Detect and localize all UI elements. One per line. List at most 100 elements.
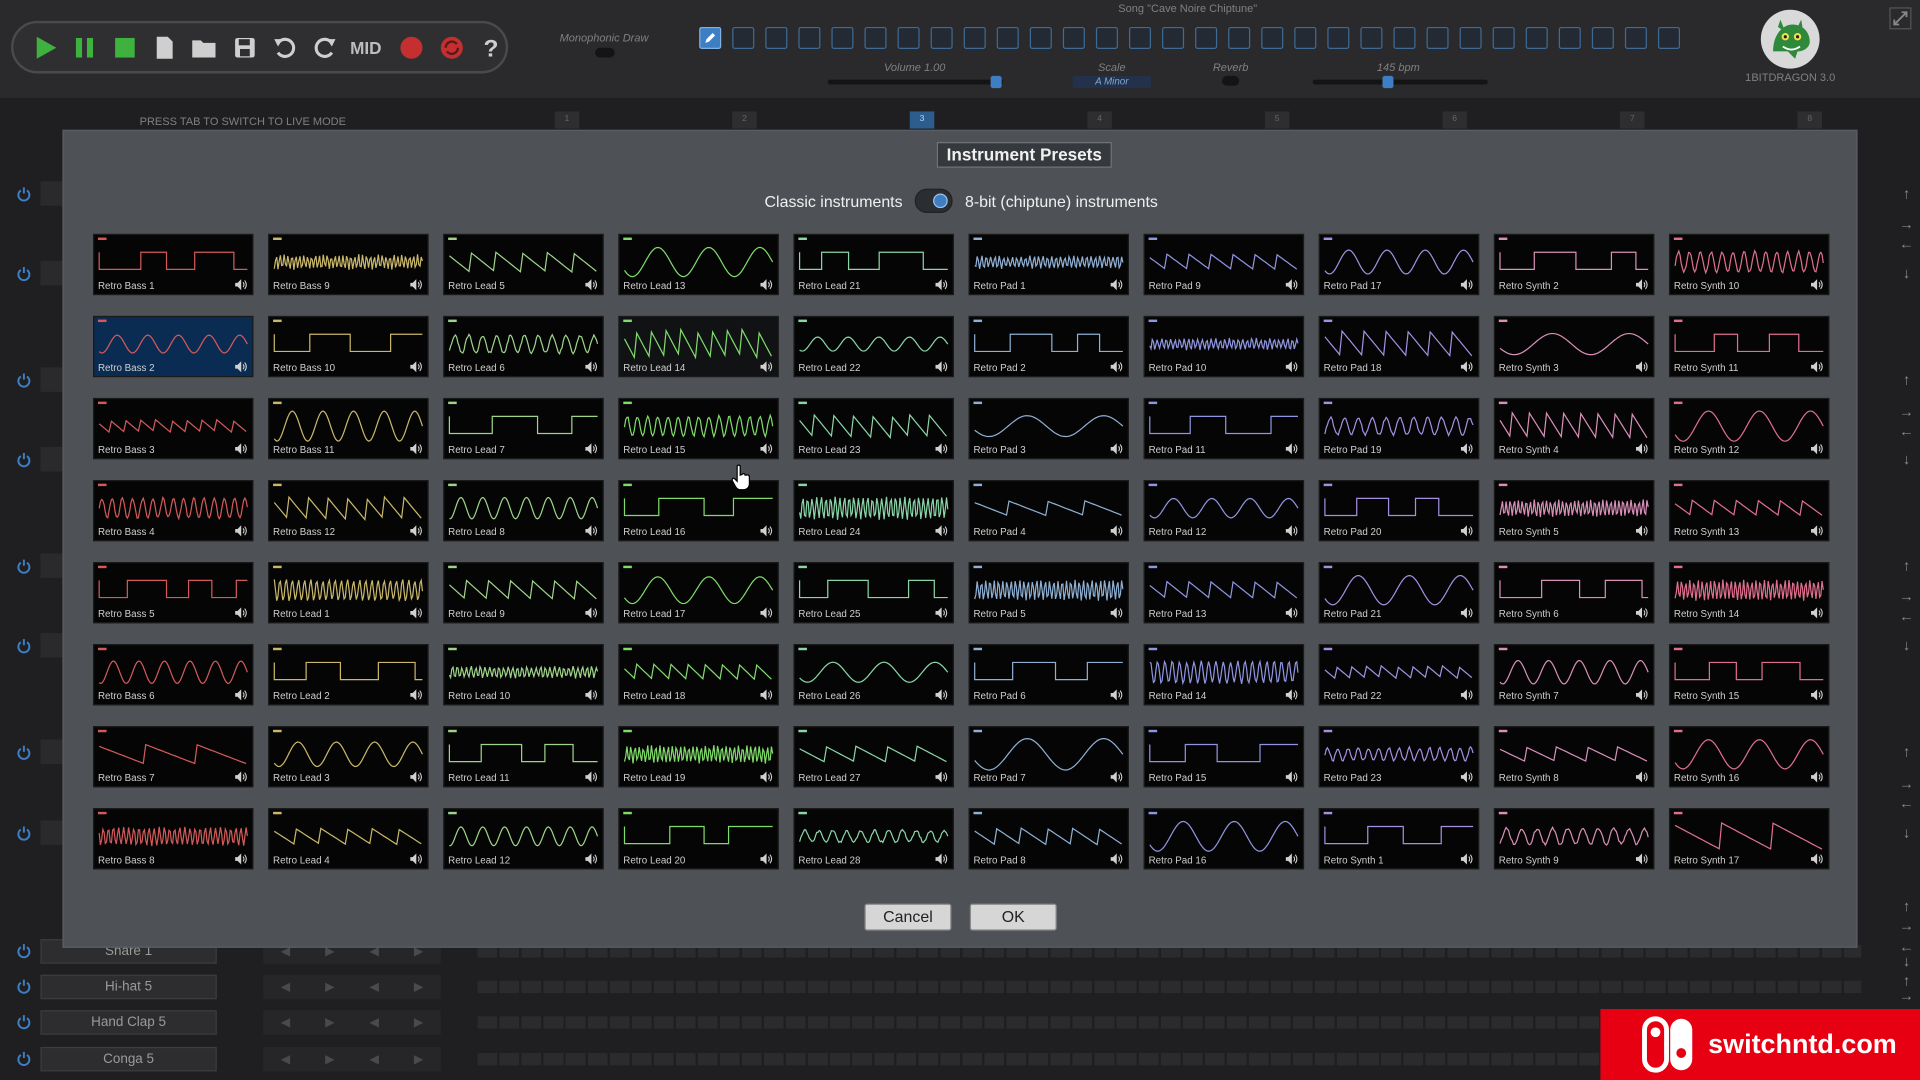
preset-card[interactable]: Retro Pad 2 [968, 315, 1129, 378]
arrow-icon[interactable]: ↑ [1898, 557, 1915, 574]
preset-card[interactable]: Retro Lead 19 [618, 726, 779, 788]
speaker-icon[interactable] [1110, 443, 1123, 455]
track-name[interactable]: Conga 5 [40, 1046, 217, 1072]
classic-instruments-label[interactable]: Classic instruments [765, 192, 903, 210]
speaker-icon[interactable] [410, 279, 422, 291]
preset-card[interactable]: Retro Pad 12 [1143, 480, 1305, 542]
arrow-icon[interactable]: ↑ [1898, 743, 1915, 760]
record-icon[interactable] [397, 32, 426, 61]
midi-button[interactable]: MID [350, 37, 386, 57]
speaker-icon[interactable] [410, 689, 422, 701]
speaker-icon[interactable] [1811, 853, 1823, 865]
preset-card[interactable]: Retro Synth 12 [1668, 397, 1830, 460]
track-power-icon[interactable] [16, 978, 32, 994]
speaker-icon[interactable] [235, 443, 247, 455]
preset-card[interactable]: Retro Synth 15 [1668, 644, 1830, 706]
speaker-icon[interactable] [1460, 853, 1473, 865]
preset-card[interactable]: Retro Lead 4 [268, 808, 429, 870]
track-power-icon[interactable] [16, 1014, 32, 1030]
beat-marker[interactable]: 4 [1087, 111, 1112, 129]
beat-marker[interactable]: 5 [1264, 111, 1290, 129]
pattern-slot[interactable] [765, 26, 788, 49]
redo-icon[interactable] [310, 32, 339, 61]
refresh-icon[interactable] [437, 32, 466, 61]
speaker-icon[interactable] [585, 607, 598, 619]
speaker-icon[interactable] [760, 525, 773, 537]
speaker-icon[interactable] [1635, 443, 1648, 455]
preset-card[interactable]: Retro Lead 28 [793, 808, 954, 870]
pattern-slot[interactable] [732, 26, 755, 49]
preset-card[interactable]: Retro Synth 17 [1668, 808, 1830, 870]
beat-marker[interactable]: 3 [909, 111, 935, 129]
beat-marker[interactable]: 2 [732, 111, 757, 129]
track-nav-controls[interactable]: ◀ ▶ ◀ ▶ [263, 1010, 441, 1035]
speaker-icon[interactable] [1285, 443, 1298, 455]
speaker-icon[interactable] [410, 525, 422, 537]
speaker-icon[interactable] [235, 853, 247, 865]
pattern-slot[interactable] [1294, 26, 1317, 49]
speaker-icon[interactable] [935, 689, 948, 701]
speaker-icon[interactable] [1635, 279, 1648, 291]
track-nav-controls[interactable]: ◀ ▶ ◀ ▶ [263, 974, 441, 1000]
preset-card[interactable]: Retro Bass 9 [268, 233, 429, 296]
speaker-icon[interactable] [1460, 607, 1473, 619]
preset-card[interactable]: Retro Pad 4 [968, 480, 1129, 542]
speaker-icon[interactable] [1635, 607, 1648, 619]
speaker-icon[interactable] [935, 525, 948, 537]
speaker-icon[interactable] [235, 771, 247, 783]
speaker-icon[interactable] [760, 771, 773, 783]
track-nav-controls[interactable]: ◀ ▶ ◀ ▶ [263, 1046, 441, 1072]
preset-card[interactable]: Retro Lead 2 [268, 644, 429, 706]
pattern-slot[interactable] [1228, 26, 1251, 49]
speaker-icon[interactable] [1811, 771, 1823, 783]
preset-card[interactable]: Retro Lead 13 [618, 233, 779, 296]
preset-card[interactable]: Retro Bass 10 [268, 315, 429, 378]
arrow-icon[interactable]: → [1898, 987, 1915, 1004]
speaker-icon[interactable] [410, 443, 422, 455]
preset-card[interactable]: Retro Synth 16 [1668, 726, 1830, 788]
preset-card[interactable]: Retro Synth 10 [1668, 233, 1830, 296]
speaker-icon[interactable] [760, 361, 773, 373]
preset-card[interactable]: Retro Lead 3 [268, 726, 429, 788]
instrument-type-toggle[interactable] [914, 188, 953, 214]
preset-card[interactable]: Retro Pad 15 [1143, 726, 1305, 788]
preset-card[interactable]: Retro Pad 19 [1318, 397, 1480, 460]
arrow-icon[interactable]: ← [1898, 607, 1915, 624]
arrow-icon[interactable]: → [1898, 775, 1915, 792]
open-folder-icon[interactable] [190, 32, 219, 61]
speaker-icon[interactable] [1110, 361, 1123, 373]
speaker-icon[interactable] [410, 607, 422, 619]
pattern-slot[interactable] [1261, 26, 1284, 49]
speaker-icon[interactable] [1110, 279, 1123, 291]
speaker-icon[interactable] [1460, 771, 1473, 783]
speaker-icon[interactable] [585, 525, 598, 537]
undo-icon[interactable] [270, 32, 299, 61]
pattern-slot[interactable] [798, 26, 821, 49]
pattern-slot[interactable] [1591, 26, 1614, 49]
pattern-slot[interactable] [1459, 26, 1482, 49]
preset-card[interactable]: Retro Lead 1 [268, 562, 429, 624]
track-name[interactable]: Hi-hat 5 [40, 974, 217, 1000]
help-icon[interactable]: ? [477, 32, 506, 61]
speaker-icon[interactable] [585, 771, 598, 783]
speaker-icon[interactable] [1460, 689, 1473, 701]
speaker-icon[interactable] [760, 689, 773, 701]
power-icon[interactable] [16, 452, 32, 468]
speaker-icon[interactable] [1110, 689, 1123, 701]
preset-card[interactable]: Retro Lead 15 [618, 397, 779, 460]
speaker-icon[interactable] [935, 361, 948, 373]
pattern-slot[interactable] [1360, 26, 1383, 49]
preset-card[interactable]: Retro Lead 23 [793, 397, 954, 460]
speaker-icon[interactable] [585, 361, 598, 373]
preset-card[interactable]: Retro Pad 17 [1318, 233, 1480, 296]
preset-card[interactable]: Retro Pad 10 [1143, 315, 1305, 378]
preset-card[interactable]: Retro Bass 4 [93, 480, 254, 542]
preset-card[interactable]: Retro Bass 1 [93, 233, 254, 296]
speaker-icon[interactable] [585, 279, 598, 291]
preset-card[interactable]: Retro Synth 4 [1493, 397, 1655, 460]
pattern-slot[interactable] [963, 26, 986, 49]
arrow-icon[interactable]: → [1898, 403, 1915, 420]
preset-card[interactable]: Retro Synth 8 [1493, 726, 1655, 788]
preset-card[interactable]: Retro Lead 6 [443, 315, 604, 378]
speaker-icon[interactable] [1635, 771, 1648, 783]
